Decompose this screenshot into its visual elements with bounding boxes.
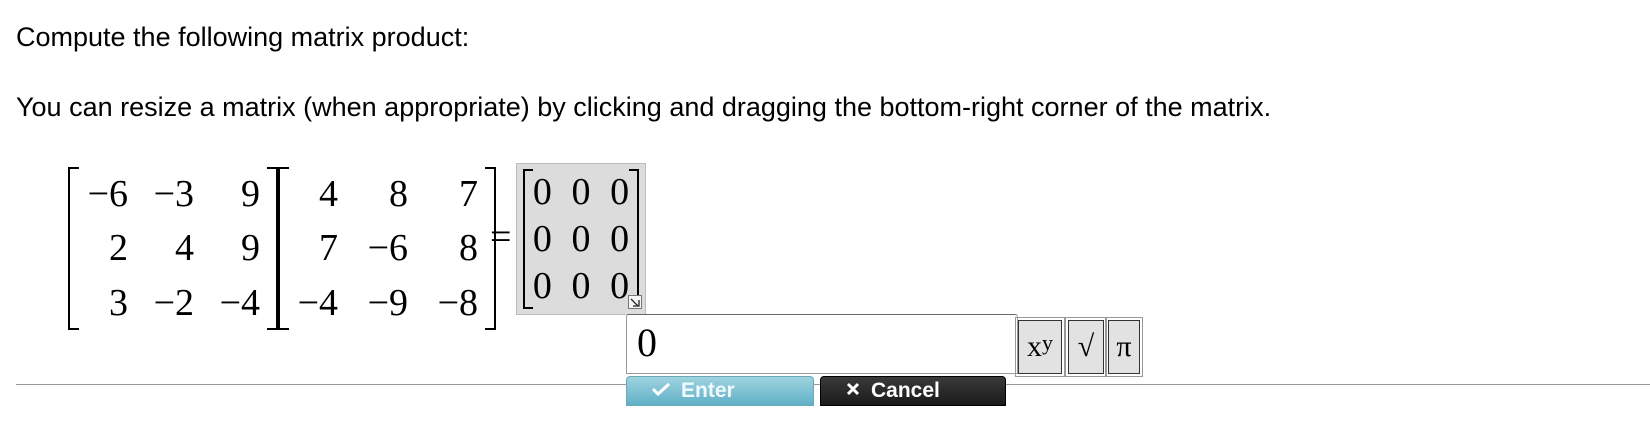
matrix-b-cell: 8: [389, 173, 408, 216]
matrix-b-cell: −8: [437, 281, 478, 324]
pi-button[interactable]: π: [1105, 317, 1143, 377]
matrix-a-cell: −3: [153, 173, 194, 216]
answer-entry-field[interactable]: 0: [626, 314, 1018, 374]
matrix-a-cell: 3: [109, 281, 128, 324]
matrix-a-cell: 9: [241, 227, 260, 270]
answer-cell[interactable]: 0: [533, 220, 552, 258]
sqrt-button[interactable]: √: [1065, 317, 1107, 377]
matrix-b-cell: −9: [367, 281, 408, 324]
answer-cell[interactable]: 0: [533, 173, 552, 211]
matrix-a: −6 −3 9 2 4 9 3 −2 −4: [68, 167, 278, 330]
x-icon: [845, 379, 861, 403]
answer-cell[interactable]: 0: [571, 267, 590, 305]
answer-cell[interactable]: 0: [571, 220, 590, 258]
enter-button-label: Enter: [681, 379, 735, 402]
answer-cell[interactable]: 0: [610, 220, 629, 258]
question-instruction: You can resize a matrix (when appropriat…: [16, 92, 1272, 122]
answer-matrix[interactable]: 0 0 0 0 0 0 0 0 0: [516, 163, 646, 315]
matrix-b-cell: 7: [319, 227, 338, 270]
matrix-a-cell: −2: [153, 281, 194, 324]
power-base-label: x: [1027, 330, 1042, 363]
matrix-a-cell: 2: [109, 227, 128, 270]
matrix-a-cell: 9: [241, 173, 260, 216]
matrix-b-cell: −4: [297, 281, 338, 324]
matrix-a-cell: −4: [219, 281, 260, 324]
enter-button[interactable]: Enter: [626, 376, 814, 406]
matrix-b-cell: 8: [459, 227, 478, 270]
matrix-b-cell: 7: [459, 173, 478, 216]
checkmark-icon: [651, 379, 671, 403]
answer-cell[interactable]: 0: [610, 173, 629, 211]
answer-cell[interactable]: 0: [533, 267, 552, 305]
power-button[interactable]: xy: [1015, 317, 1065, 377]
answer-matrix-grid: 0 0 0 0 0 0 0 0 0: [523, 169, 639, 309]
question-title: Compute the following matrix product:: [16, 22, 470, 52]
matrix-a-cell: 4: [175, 227, 194, 270]
matrix-b-cell: 4: [319, 173, 338, 216]
equals-sign: =: [490, 216, 512, 258]
answer-cell[interactable]: 0: [610, 267, 629, 305]
power-exponent-label: y: [1042, 330, 1053, 355]
answer-cell[interactable]: 0: [571, 173, 590, 211]
cancel-button-label: Cancel: [871, 379, 940, 402]
cancel-button[interactable]: Cancel: [820, 376, 1006, 406]
matrix-b: 4 8 7 7 −6 8 −4 −9 −8: [278, 167, 496, 330]
resize-corner-icon[interactable]: [628, 295, 642, 309]
matrix-a-cell: −6: [87, 173, 128, 216]
matrix-b-cell: −6: [367, 227, 408, 270]
